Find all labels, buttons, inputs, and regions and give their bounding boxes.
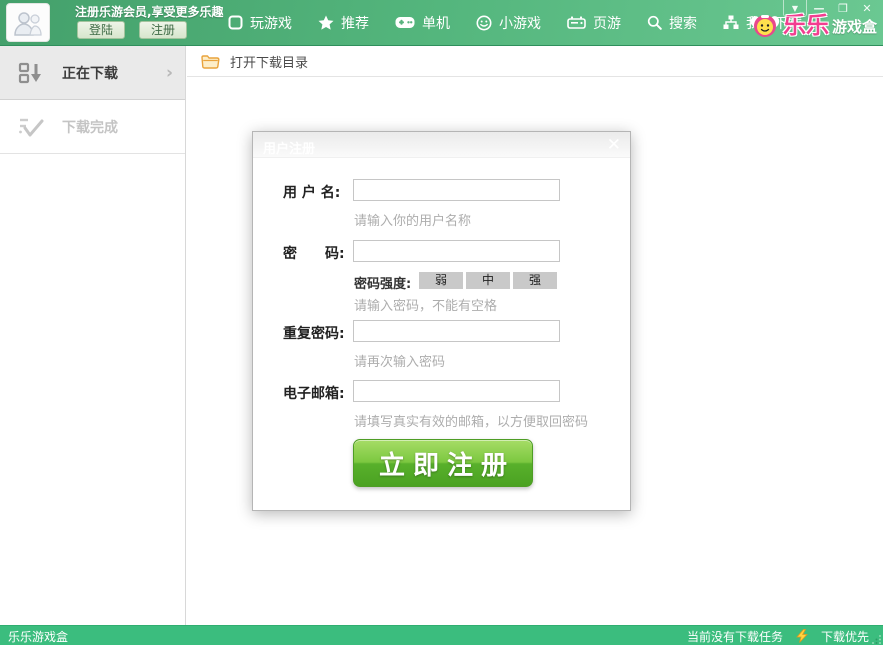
statusbar-app-name: 乐乐游戏盒 — [8, 628, 68, 645]
download-status-text: 当前没有下载任务 — [687, 628, 783, 645]
window-controls: ▼ — ❐ ✕ — [783, 0, 879, 17]
nav-recommend[interactable]: 推荐 — [318, 13, 369, 33]
sidebar-item-downloading[interactable]: 正在下载 › — [0, 46, 185, 100]
dialog-title: 用户注册 — [263, 138, 315, 157]
email-hint: 请填写真实有效的邮箱，以方便取回密码 — [354, 411, 588, 430]
sidebar-item-completed[interactable]: 下载完成 — [0, 100, 185, 154]
gamepad-icon — [395, 16, 415, 29]
registration-dialog: 用户注册 ✕ 用 户 名: 请输入你的用户名称 密 码: 密码强度: 弱 中 强… — [252, 131, 631, 511]
promo-text: 注册乐游会员,享受更多乐趣 — [75, 3, 224, 20]
nav-standalone[interactable]: 单机 — [395, 13, 450, 33]
download-complete-icon — [18, 115, 44, 139]
nav-play-games[interactable]: 玩游戏 — [228, 13, 292, 33]
nav-mini-games[interactable]: 小游戏 — [476, 13, 541, 33]
sidebar-item-label: 正在下载 — [62, 63, 118, 83]
strength-weak: 弱 — [419, 272, 463, 289]
username-input[interactable] — [353, 179, 560, 201]
folder-icon — [201, 54, 220, 69]
two-users-icon — [13, 10, 43, 36]
nav-label: 单机 — [422, 13, 450, 33]
open-download-folder-label: 打开下载目录 — [230, 52, 308, 71]
app-window: 注册乐游会员,享受更多乐趣 登陆 注册 玩游戏 推荐 — [0, 0, 883, 645]
lightning-icon[interactable] — [796, 629, 808, 643]
sidebar: 正在下载 › 下载完成 — [0, 46, 186, 625]
logo-primary-text: 乐乐 — [783, 15, 829, 38]
login-button[interactable]: 登陆 — [77, 21, 125, 39]
window-icon — [228, 15, 243, 30]
statusbar-right: 当前没有下载任务 下载优先 — [687, 626, 869, 645]
username-label: 用 户 名: — [283, 182, 353, 202]
user-avatar[interactable] — [6, 3, 50, 42]
confirm-password-hint: 请再次输入密码 — [354, 351, 445, 370]
dialog-close-icon[interactable]: ✕ — [607, 135, 621, 155]
main-nav: 玩游戏 推荐 单机 — [228, 0, 802, 45]
password-strength-meter: 弱 中 强 — [419, 272, 557, 289]
title-bar: 注册乐游会员,享受更多乐趣 登陆 注册 玩游戏 推荐 — [0, 0, 883, 46]
chevron-right-icon: › — [166, 63, 173, 83]
smiley-icon — [476, 15, 492, 31]
close-button[interactable]: ✕ — [855, 0, 879, 17]
sitemap-icon — [723, 15, 739, 30]
nav-label: 玩游戏 — [250, 13, 292, 33]
star-icon — [318, 15, 334, 31]
sidebar-item-label: 下载完成 — [62, 117, 118, 137]
open-download-folder-button[interactable]: 打开下载目录 — [187, 46, 883, 77]
menu-dropdown-button[interactable]: ▼ — [783, 0, 807, 17]
confirm-password-input[interactable] — [353, 320, 560, 342]
minimize-button[interactable]: — — [807, 0, 831, 17]
status-bar: 乐乐游戏盒 当前没有下载任务 下载优先 — [0, 625, 883, 645]
nav-web-games[interactable]: 页游 — [567, 13, 621, 33]
username-hint: 请输入你的用户名称 — [354, 210, 471, 229]
nav-search[interactable]: 搜索 — [647, 13, 697, 33]
resize-grip[interactable] — [872, 634, 882, 644]
register-button[interactable]: 注册 — [139, 21, 187, 39]
nav-label: 小游戏 — [499, 13, 541, 33]
confirm-password-label: 重复密码: — [283, 323, 353, 343]
downloading-icon — [18, 61, 44, 85]
email-label: 电子邮箱: — [283, 383, 353, 403]
dialog-header: 用户注册 ✕ — [253, 132, 630, 158]
password-input[interactable] — [353, 240, 560, 262]
password-hint: 请输入密码，不能有空格 — [354, 295, 497, 314]
submit-registration-button[interactable]: 立即注册 — [353, 439, 533, 487]
email-input[interactable] — [353, 380, 560, 402]
nav-label: 推荐 — [341, 13, 369, 33]
strength-strong: 强 — [513, 272, 557, 289]
download-priority-toggle[interactable]: 下载优先 — [821, 628, 869, 645]
strength-medium: 中 — [466, 272, 510, 289]
mascot-icon — [750, 11, 780, 41]
maximize-button[interactable]: ❐ — [831, 0, 855, 17]
logo-secondary-text: 游戏盒 — [832, 16, 877, 37]
password-strength-label: 密码强度: — [354, 273, 411, 292]
nav-label: 页游 — [593, 13, 621, 33]
search-icon — [647, 15, 662, 30]
nav-label: 搜索 — [669, 13, 697, 33]
browser-icon — [567, 16, 586, 30]
password-label: 密 码: — [283, 243, 353, 263]
